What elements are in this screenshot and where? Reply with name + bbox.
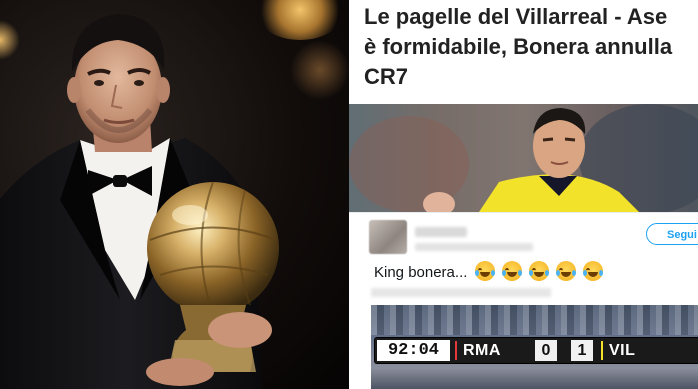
- home-team: RMA: [463, 342, 501, 359]
- match-video-still[interactable]: 92:04 RMA 0 1 VIL: [371, 305, 698, 389]
- face-with-tears-of-joy-icon: [583, 261, 604, 281]
- award-photo: [0, 0, 349, 389]
- home-score: 0: [535, 340, 557, 361]
- face-with-tears-of-joy-icon: [501, 261, 522, 281]
- article-headline[interactable]: Le pagelle del Villarreal - Ase è formid…: [364, 2, 698, 92]
- blurred-handle: [415, 243, 533, 251]
- stadium-crowd: [371, 305, 698, 335]
- goalkeeper-illustration: [349, 104, 698, 212]
- tweet-text[interactable]: King bonera...: [374, 261, 604, 281]
- face-with-tears-of-joy-icon: [556, 261, 577, 281]
- scoreboard: 92:04 RMA 0 1 VIL: [375, 338, 698, 363]
- avatar[interactable]: [369, 220, 407, 254]
- tweet-card: Segui King bonera... 92:04 RMA 0 1 VIL: [349, 212, 698, 389]
- face-with-tears-of-joy-icon: [528, 261, 549, 281]
- tweet-screenshot: Le pagelle del Villarreal - Ase è formid…: [349, 0, 698, 389]
- tweet-text-content: King bonera...: [374, 264, 472, 281]
- away-score: 1: [571, 340, 593, 361]
- face-with-tears-of-joy-icon: [474, 261, 495, 281]
- article-photo[interactable]: [349, 104, 698, 212]
- team-color-stripe: [455, 341, 457, 360]
- team-color-stripe: [601, 341, 603, 360]
- follow-button[interactable]: Segui: [646, 223, 698, 245]
- away-team: VIL: [609, 342, 636, 359]
- match-clock: 92:04: [377, 340, 450, 361]
- man-with-trophy-illustration: [0, 14, 279, 389]
- blurred-timestamp: [371, 288, 551, 297]
- blurred-username: [415, 227, 467, 237]
